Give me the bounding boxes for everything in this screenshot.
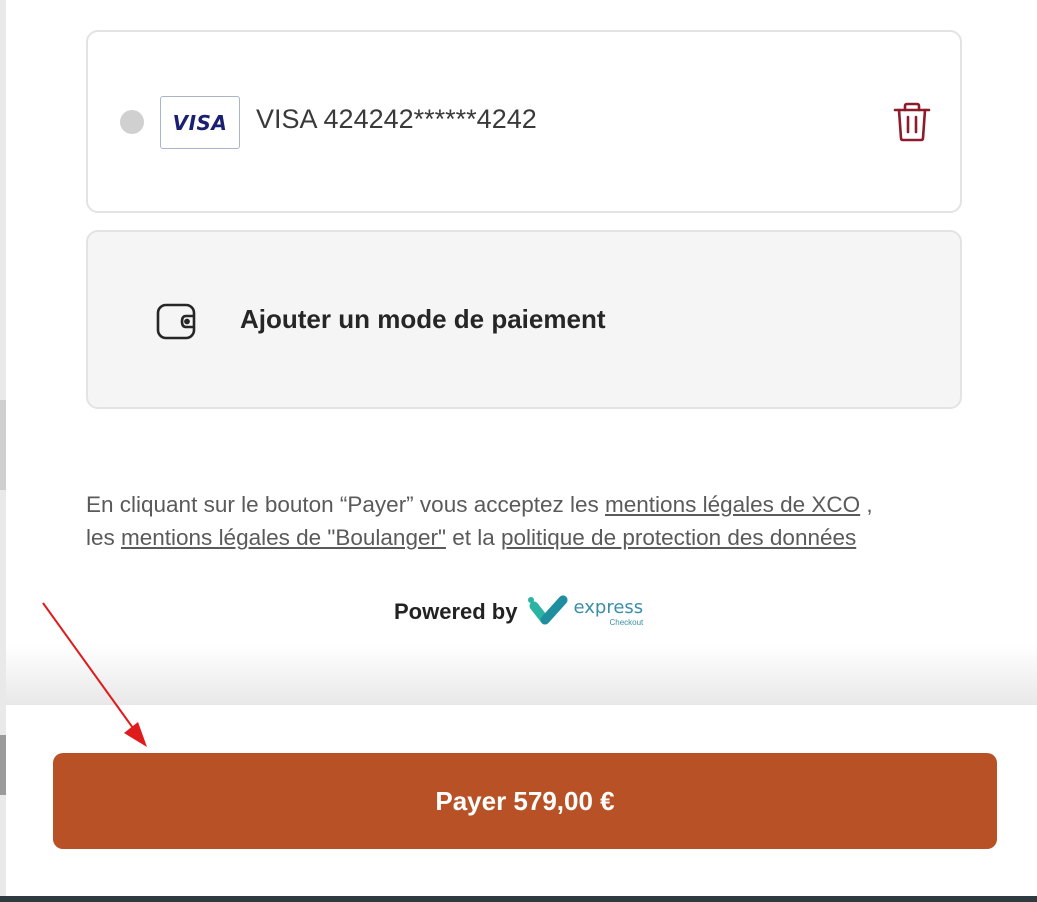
powered-by: Powered by express Checkout	[394, 592, 650, 632]
left-edge-mark	[0, 400, 6, 490]
add-payment-method-label: Ajouter un mode de paiement	[240, 304, 606, 334]
legal-link-boulanger[interactable]: mentions légales de "Boulanger"	[121, 525, 446, 550]
express-checkout-logo: express Checkout	[525, 592, 650, 632]
wallet-icon	[156, 303, 196, 340]
card-number: VISA 424242******4242	[256, 104, 537, 134]
legal-notice: En cliquant sur le bouton “Payer” vous a…	[86, 488, 976, 554]
legal-text: En cliquant sur le bouton “Payer” vous a…	[86, 492, 606, 517]
trash-icon[interactable]	[890, 100, 934, 144]
powered-by-text: Powered by	[394, 599, 518, 624]
add-payment-method-button[interactable]: Ajouter un mode de paiement	[86, 230, 962, 409]
pay-button[interactable]: Payer 579,00 €	[53, 753, 997, 849]
legal-link-xco[interactable]: mentions légales de XCO	[605, 492, 860, 517]
privacy-policy-link[interactable]: politique de protection des données	[501, 525, 856, 550]
visa-logo: VISA	[160, 96, 240, 149]
legal-text: ,	[860, 492, 873, 517]
express-brand-text: express	[573, 597, 644, 618]
scroll-fade	[6, 645, 1037, 705]
saved-card-option[interactable]: VISA VISA 424242******4242	[86, 30, 962, 213]
bottom-edge	[0, 896, 1037, 902]
card-radio-button[interactable]	[120, 110, 144, 134]
legal-text: et la	[445, 525, 501, 550]
checkmark-logo-icon	[528, 595, 568, 625]
legal-text: les	[86, 525, 122, 550]
checkout-brand-subtext: Checkout	[609, 618, 644, 627]
